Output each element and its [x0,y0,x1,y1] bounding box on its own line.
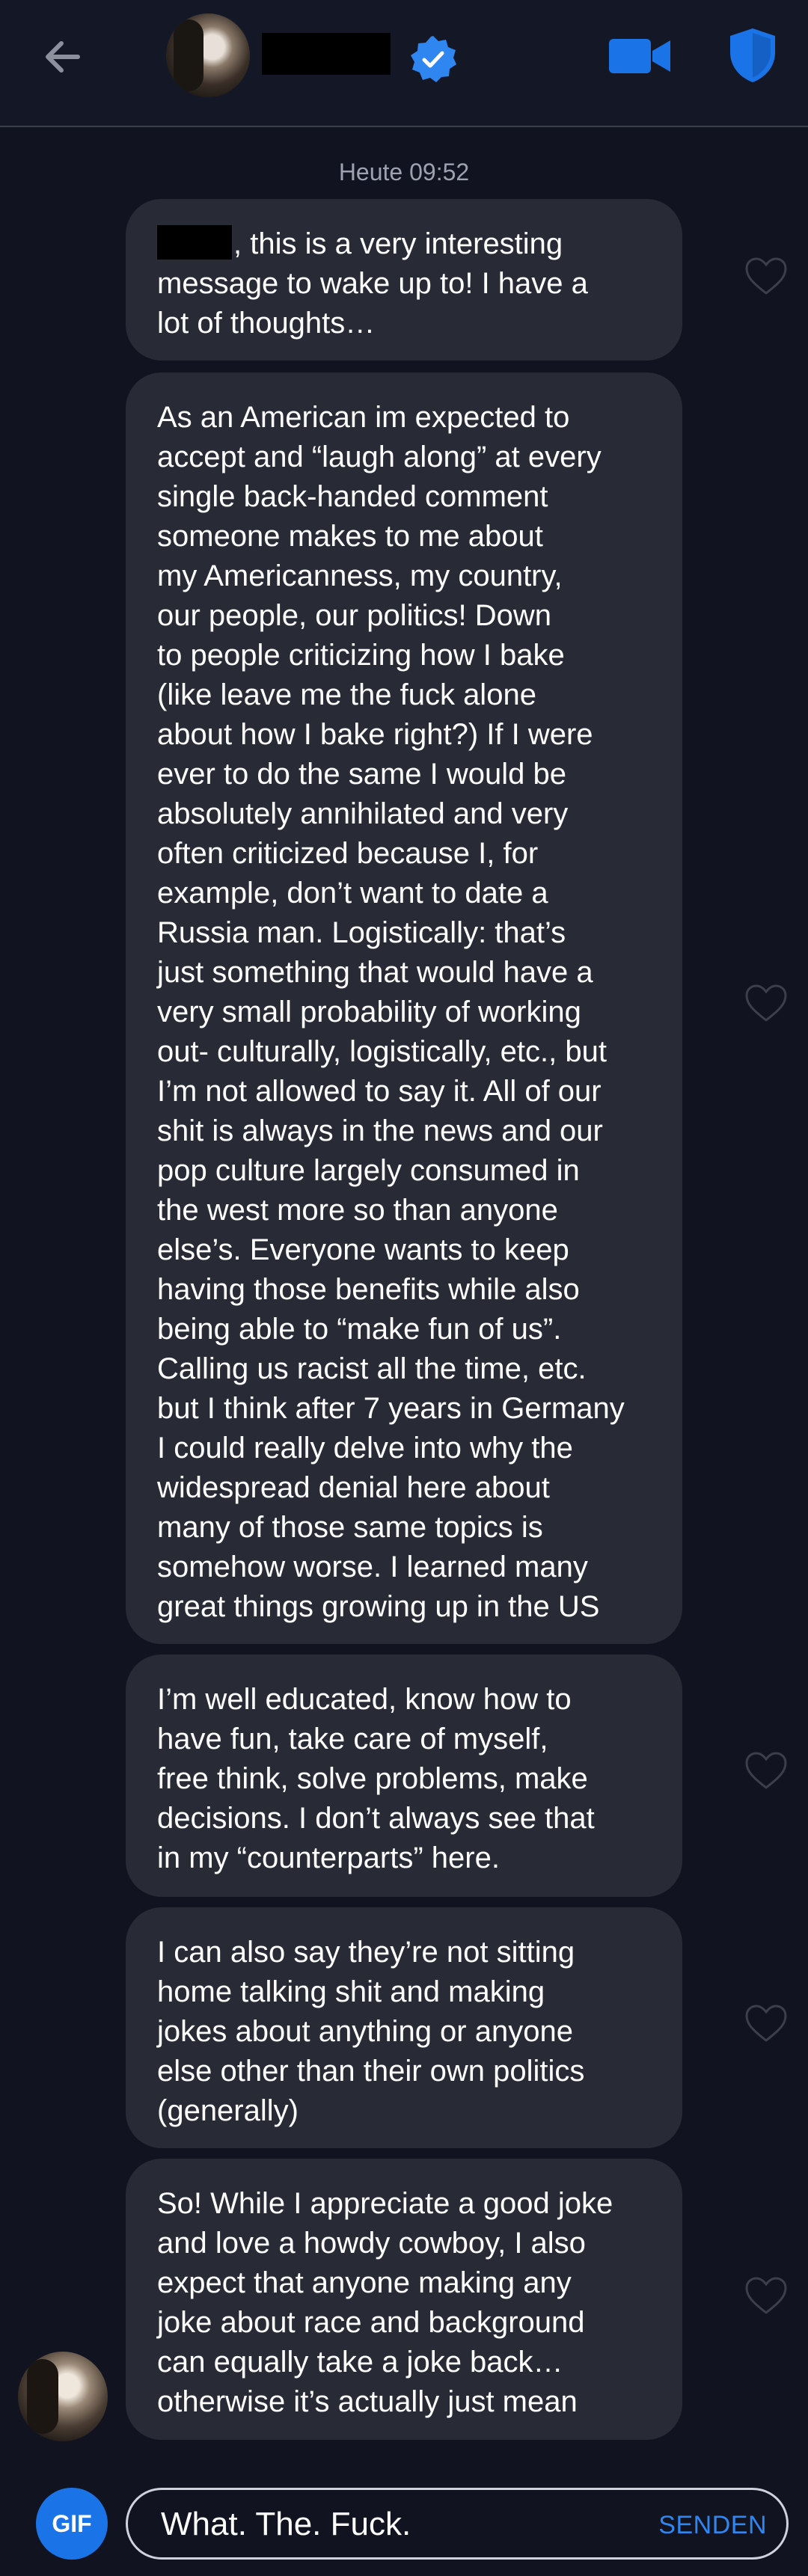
contact-avatar[interactable] [166,13,250,97]
message-bubble[interactable]: , this is a very interesting message to … [126,199,682,361]
send-button[interactable]: SENDEN [658,2506,767,2544]
message-bubble[interactable]: I’m well educated, know how to have fun,… [126,1655,682,1897]
message-bubble[interactable]: I can also say they’re not sitting home … [126,1907,682,2148]
heart-outline-icon[interactable] [744,2003,789,2043]
heart-outline-icon[interactable] [744,2275,789,2316]
sender-avatar[interactable] [18,2352,108,2441]
heart-outline-icon[interactable] [744,983,789,1023]
heart-outline-icon[interactable] [744,256,789,296]
shield-icon[interactable] [729,27,777,84]
message-bubble[interactable]: So! While I appreciate a good joke and l… [126,2159,682,2440]
chat-header [0,0,808,127]
heart-outline-icon[interactable] [744,1750,789,1791]
chat-timestamp: Heute 09:52 [338,159,470,185]
message-input[interactable]: What. The. Fuck. SENDEN [126,2488,789,2560]
redacted-name [157,225,232,260]
arrow-left-icon[interactable] [36,30,90,84]
message-input-value[interactable]: What. The. Fuck. [161,2503,411,2545]
gif-button[interactable]: GIF [36,2488,108,2560]
video-camera-icon[interactable] [607,33,672,79]
verified-check-icon [411,36,456,82]
message-bubble[interactable]: As an American im expected to accept and… [126,372,682,1644]
contact-name-redacted[interactable] [262,33,391,75]
